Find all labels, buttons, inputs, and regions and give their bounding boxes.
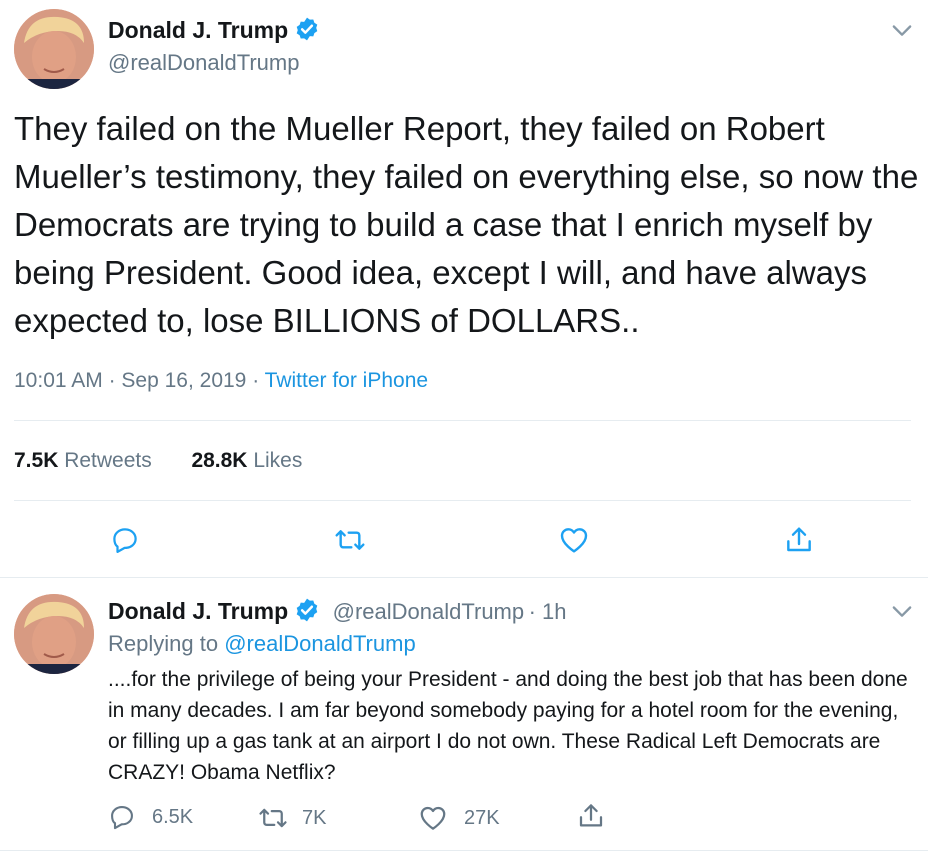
tweet-stats: 7.5K Retweets 28.8K Likes [14,449,302,473]
reply-button[interactable] [108,523,142,557]
retweet-count: 7K [302,806,327,829]
divider [14,500,911,501]
divider [0,850,928,851]
reply-count: 6.5K [152,805,194,828]
retweet-button[interactable] [333,523,367,557]
avatar[interactable] [14,594,94,674]
tweet-text: They failed on the Mueller Report, they … [14,110,919,339]
divider [0,577,928,578]
tweet-age[interactable]: 1h [542,599,566,624]
like-count: 27K [464,806,500,829]
retweets-count: 7.5K [14,449,59,472]
share-icon [787,527,811,552]
share-button[interactable] [576,801,606,836]
share-icon [579,804,603,827]
retweets-stat[interactable]: 7.5K Retweets [14,449,152,472]
tweet-time[interactable]: 10:01 AM [14,369,103,392]
chevron-down-icon[interactable] [888,16,916,44]
replying-to: Replying to @realDonaldTrump [108,631,416,657]
retweets-label: Retweets [64,449,152,472]
tweet-source[interactable]: Twitter for iPhone [265,369,428,392]
reply-icon [111,806,133,830]
replying-to-handle[interactable]: @realDonaldTrump [224,631,415,656]
avatar[interactable] [14,9,94,89]
heart-icon [560,528,588,553]
author-name[interactable]: Donald J. Trump [108,598,288,624]
like-button[interactable]: 27K [418,803,500,833]
likes-stat[interactable]: 28.8K Likes [191,449,302,472]
reply-icon [113,528,137,553]
tweet-date[interactable]: Sep 16, 2019 [121,369,246,392]
reply-text: ....for the privilege of being your Pres… [108,668,908,784]
author-name[interactable]: Donald J. Trump [108,17,288,43]
author-handle[interactable]: @realDonaldTrump [108,50,299,76]
retweet-button[interactable]: 7K [258,803,326,833]
retweet-icon [259,808,287,828]
reply-button[interactable]: 6.5K [108,803,193,831]
likes-count: 28.8K [191,449,248,472]
likes-label: Likes [253,449,303,472]
like-button[interactable] [557,523,591,557]
retweet-icon [335,530,365,550]
heart-icon [420,806,446,830]
author-handle[interactable]: @realDonaldTrump [333,599,524,624]
share-button[interactable] [782,523,816,557]
verified-badge-icon [294,597,320,623]
reply-header: Donald J. Trump @realDonaldTrump · 1h [108,597,567,624]
replying-prefix: Replying to [108,631,219,656]
divider [14,420,911,421]
verified-badge-icon [294,16,320,42]
chevron-down-icon[interactable] [888,597,916,625]
tweet-meta: 10:01 AM · Sep 16, 2019 · Twitter for iP… [14,369,429,392]
